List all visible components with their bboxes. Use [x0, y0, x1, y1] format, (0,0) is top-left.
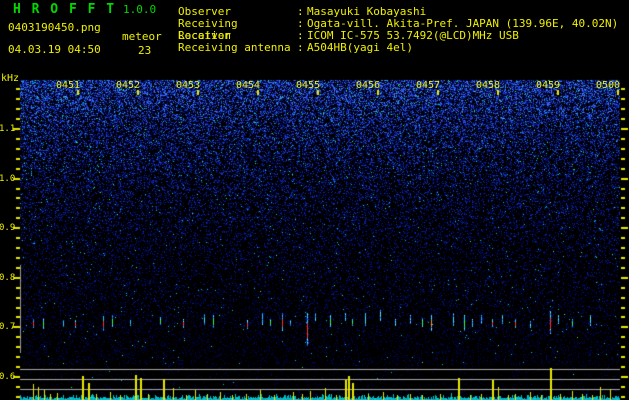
hrofft-screen: H R O F F T 1.0.0 0403190450.png meteor … [0, 0, 629, 400]
info-row-antenna: Receiving antenna: A504HB(yagi 4el) [178, 42, 618, 54]
time-tick-label: 0456 [356, 80, 381, 91]
time-tick-label: 0452 [116, 80, 141, 91]
station-info: Observer: Masayuki Kobayashi Receiving Lo… [178, 6, 618, 54]
info-colon: : [297, 41, 304, 54]
info-value-antenna: A504HB(yagi 4el) [307, 41, 413, 54]
time-tick-label: 0454 [236, 80, 261, 91]
freq-tick-label: 1.1 [0, 124, 16, 134]
output-filename: 0403190450.png [8, 21, 101, 34]
freq-tick-label: 1.0 [0, 174, 16, 184]
time-tick-label: 0457 [416, 80, 441, 91]
time-tick-label: 0451 [56, 80, 81, 91]
app-title: H R O F F T [13, 2, 116, 17]
time-tick-label: 0458 [476, 80, 501, 91]
app-version: 1.0.0 [123, 3, 157, 16]
observation-datetime: 04.03.19 04:50 [8, 43, 101, 56]
echo-count: 23 [138, 44, 152, 57]
time-tick-label: 0500 [596, 80, 621, 91]
time-tick-label: 0455 [296, 80, 321, 91]
freq-tick-label: 0.9 [0, 223, 16, 233]
spectrogram-canvas [0, 0, 629, 400]
time-tick-label: 0453 [176, 80, 201, 91]
freq-tick-label: 0.7 [0, 322, 16, 332]
observation-mode: meteor [122, 30, 162, 43]
y-axis-unit-label: kHz [1, 73, 20, 84]
info-label-antenna: Receiving antenna [178, 41, 291, 54]
freq-tick-label: 0.8 [0, 273, 16, 283]
freq-tick-label: 0.6 [0, 372, 16, 382]
time-tick-label: 0459 [536, 80, 561, 91]
